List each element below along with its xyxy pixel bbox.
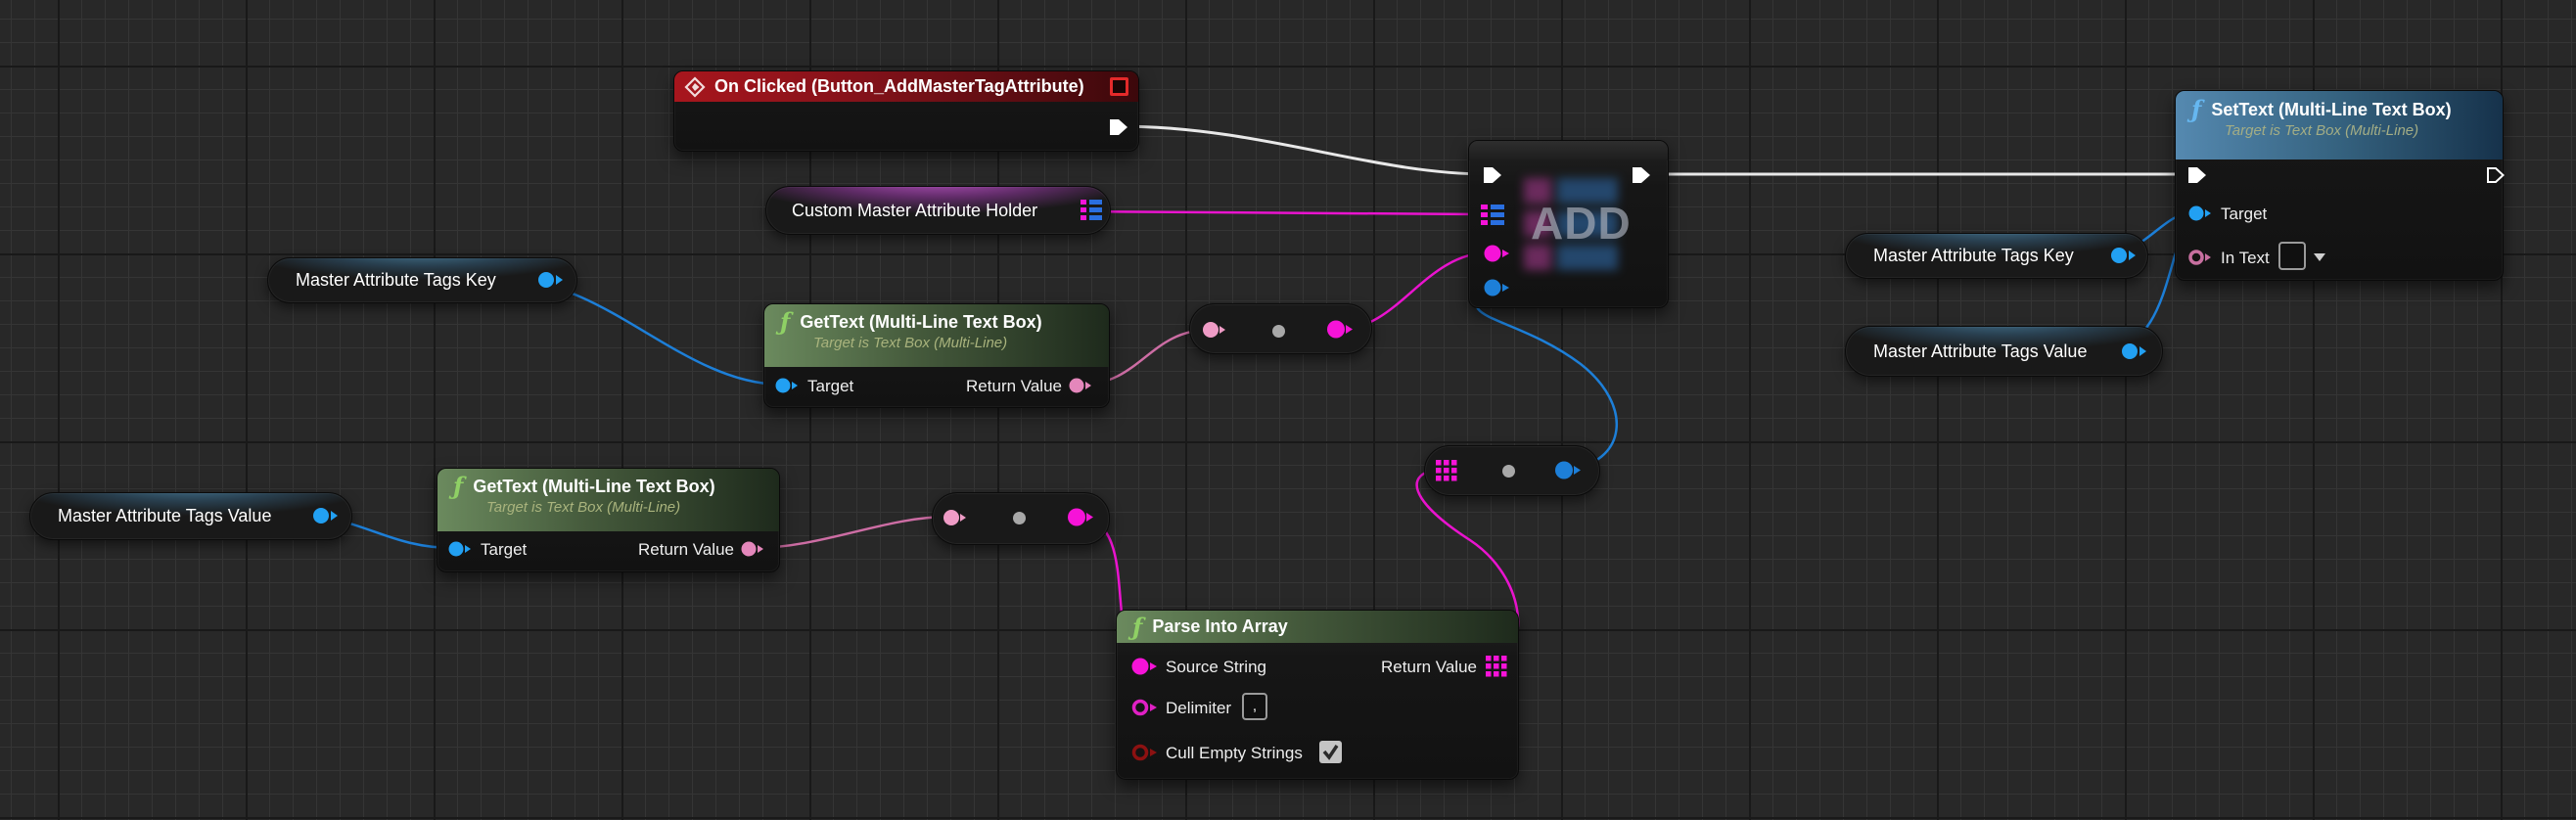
exec-in-pin[interactable]: [1482, 165, 1503, 185]
event-title: On Clicked (Button_AddMasterTagAttribute…: [714, 76, 1084, 97]
event-icon: [684, 76, 706, 98]
variable-label: Master Attribute Tags Value: [58, 506, 271, 526]
object-out-pin[interactable]: [2110, 247, 2138, 264]
node-subtitle: Target is Text Box (Multi-Line): [813, 335, 1007, 351]
text-in-pin[interactable]: [1202, 321, 1227, 339]
compact-node-header: [1469, 141, 1668, 160]
return-label: Return Value: [638, 540, 734, 560]
conversion-node-text-to-string-top[interactable]: [1189, 303, 1372, 354]
variable-master-attribute-tags-key-left[interactable]: Master Attribute Tags Key: [267, 257, 577, 303]
node-title: Parse Into Array: [1152, 616, 1287, 637]
node-onclicked-event[interactable]: On Clicked (Button_AddMasterTagAttribute…: [673, 70, 1139, 152]
object-out-pin[interactable]: [1554, 461, 1582, 479]
checkbox-checked-icon[interactable]: [1319, 741, 1342, 763]
node-title: GetText (Multi-Line Text Box): [473, 477, 714, 497]
node-title: SetText (Multi-Line Text Box): [2211, 100, 2451, 120]
return-label: Return Value: [966, 377, 1062, 396]
conversion-node-array-top[interactable]: [1424, 445, 1600, 496]
add-watermark-label: ADD: [1531, 197, 1632, 250]
conversion-dot-icon: [1013, 512, 1026, 524]
delegate-pin-icon[interactable]: [1110, 77, 1128, 96]
variable-custom-master-attribute-holder[interactable]: Custom Master Attribute Holder: [765, 186, 1111, 235]
value-in-pin[interactable]: [1483, 279, 1510, 296]
text-in-pin[interactable]: [943, 509, 968, 526]
string-out-pin[interactable]: [1326, 320, 1354, 339]
cull-empty-strings-label: Cull Empty Strings: [1166, 744, 1303, 763]
variable-master-attribute-tags-key-right[interactable]: Master Attribute Tags Key: [1845, 233, 2148, 279]
conversion-node-text-to-string-bottom[interactable]: [932, 492, 1110, 545]
string-out-pin[interactable]: [1067, 508, 1094, 526]
variable-label: Custom Master Attribute Holder: [792, 201, 1037, 221]
delimiter-pin[interactable]: [1130, 699, 1158, 716]
object-out-pin[interactable]: [312, 507, 340, 524]
wire-conv3-to-add-value[interactable]: [1477, 289, 1617, 470]
map-watermark-icon: ADD: [1518, 172, 1645, 280]
conversion-dot-icon: [1502, 465, 1515, 478]
dropdown-arrow-icon[interactable]: [2313, 252, 2326, 262]
exec-out-pin[interactable]: [1108, 117, 1129, 137]
cull-empty-strings-pin[interactable]: [1130, 744, 1158, 761]
variable-master-attribute-tags-value-left[interactable]: Master Attribute Tags Value: [29, 492, 352, 540]
map-target-pin[interactable]: [1481, 205, 1504, 226]
node-subtitle: Target is Text Box (Multi-Line): [2225, 122, 2418, 139]
return-value-pin[interactable]: [740, 540, 765, 558]
delimiter-value-box[interactable]: ,: [1242, 693, 1267, 720]
function-icon: ƒ: [1132, 615, 1142, 639]
node-gettext-bottom[interactable]: ƒ GetText (Multi-Line Text Box) Target i…: [437, 468, 780, 572]
return-label: Return Value: [1381, 658, 1477, 677]
node-gettext-top[interactable]: ƒ GetText (Multi-Line Text Box) Target i…: [763, 303, 1110, 408]
node-parse-into-array[interactable]: ƒ Parse Into Array Source String Return …: [1116, 610, 1519, 780]
variable-master-attribute-tags-value-right[interactable]: Master Attribute Tags Value: [1845, 326, 2163, 377]
function-icon: ƒ: [780, 310, 790, 334]
node-title: GetText (Multi-Line Text Box): [800, 312, 1041, 333]
exec-in-pin[interactable]: [2186, 165, 2208, 185]
target-in-pin[interactable]: [774, 377, 800, 394]
node-map-add[interactable]: ADD: [1468, 140, 1669, 308]
wire-gettext2-return-to-conv2[interactable]: [754, 517, 948, 548]
function-icon: ƒ: [2191, 98, 2201, 121]
target-in-pin[interactable]: [2187, 205, 2213, 222]
intext-in-pin[interactable]: [2187, 249, 2213, 266]
graph-canvas[interactable]: On Clicked (Button_AddMasterTagAttribute…: [0, 0, 2576, 820]
string-array-in-pin[interactable]: [1436, 460, 1457, 481]
source-string-pin[interactable]: [1130, 658, 1158, 675]
intext-label: In Text: [2221, 249, 2270, 268]
exec-out-pin[interactable]: [1631, 165, 1652, 185]
key-in-pin[interactable]: [1483, 245, 1510, 262]
object-out-pin[interactable]: [2121, 342, 2148, 360]
return-array-pin[interactable]: [1486, 656, 1507, 677]
target-label: Target: [2221, 205, 2267, 224]
conversion-dot-icon: [1272, 325, 1285, 338]
object-out-pin[interactable]: [537, 271, 565, 289]
target-label: Target: [807, 377, 853, 396]
target-in-pin[interactable]: [447, 540, 473, 558]
node-subtitle: Target is Text Box (Multi-Line): [486, 499, 680, 516]
intext-value-box[interactable]: [2278, 242, 2306, 270]
map-out-pin[interactable]: [1081, 200, 1102, 221]
variable-label: Master Attribute Tags Key: [1873, 246, 2074, 266]
source-string-label: Source String: [1166, 658, 1266, 677]
variable-label: Master Attribute Tags Value: [1873, 342, 2087, 362]
node-settext[interactable]: ƒ SetText (Multi-Line Text Box) Target i…: [2175, 90, 2504, 281]
wire-map-holder-to-add[interactable]: [1067, 211, 1480, 214]
exec-out-pin[interactable]: [2485, 165, 2507, 185]
function-icon: ƒ: [453, 475, 463, 498]
variable-label: Master Attribute Tags Key: [296, 270, 496, 291]
return-value-pin[interactable]: [1068, 377, 1093, 394]
delimiter-label: Delimiter: [1166, 699, 1231, 718]
wire-exec-onclicked-to-add[interactable]: [1117, 126, 1489, 174]
target-label: Target: [481, 540, 527, 560]
